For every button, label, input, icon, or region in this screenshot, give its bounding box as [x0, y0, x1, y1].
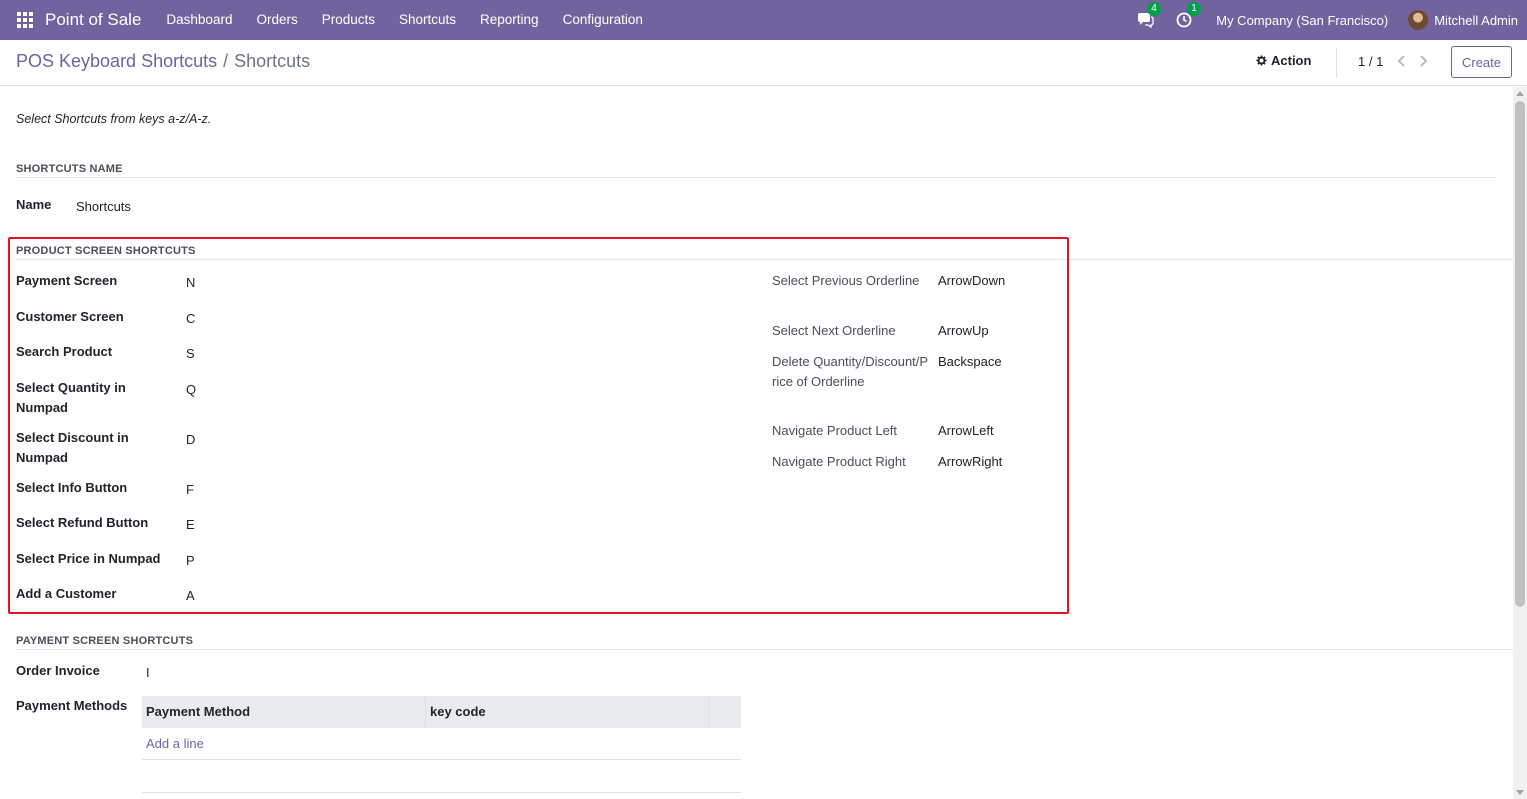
- customer-screen-value[interactable]: C: [186, 309, 195, 329]
- create-button[interactable]: Create: [1451, 46, 1512, 78]
- section-divider: [16, 259, 1513, 260]
- customer-screen-label: Customer Screen: [16, 309, 124, 324]
- section-title-payment: PAYMENT SCREEN SHORTCUTS: [16, 635, 194, 647]
- order-invoice-value[interactable]: I: [146, 663, 150, 683]
- add-line-link[interactable]: Add a line: [142, 728, 741, 760]
- select-quantity-value[interactable]: Q: [186, 380, 196, 400]
- menu-configuration[interactable]: Configuration: [551, 0, 655, 40]
- action-label: Action: [1271, 53, 1312, 68]
- activity-clock-icon[interactable]: 1: [1176, 2, 1201, 29]
- select-previous-orderline-value[interactable]: ArrowDown: [938, 271, 1005, 291]
- select-refund-label: Select Refund Button: [16, 515, 149, 530]
- menu-products[interactable]: Products: [310, 0, 387, 40]
- search-product-value[interactable]: S: [186, 344, 195, 364]
- order-invoice-label: Order Invoice: [16, 663, 100, 678]
- name-value[interactable]: Shortcuts: [76, 197, 131, 217]
- menu-reporting[interactable]: Reporting: [468, 0, 551, 40]
- pager-value[interactable]: 1 / 1: [1358, 54, 1383, 69]
- gear-icon: [1256, 55, 1267, 66]
- form-note: Select Shortcuts from keys a-z/A-z.: [16, 112, 212, 126]
- company-switcher[interactable]: My Company (San Francisco): [1216, 13, 1388, 28]
- select-quantity-label: Select Quantity in Numpad: [16, 380, 126, 415]
- search-product-label: Search Product: [16, 344, 113, 359]
- select-next-orderline-value[interactable]: ArrowUp: [938, 321, 989, 341]
- payment-methods-label: Payment Methods: [16, 698, 128, 713]
- column-header-actions: [709, 696, 741, 728]
- avatar: [1408, 10, 1429, 30]
- scroll-up-icon[interactable]: [1516, 91, 1524, 96]
- menu-dashboard[interactable]: Dashboard: [154, 0, 244, 40]
- payment-screen-label: Payment Screen: [16, 273, 118, 288]
- control-panel: POS Keyboard Shortcuts / Shortcuts Actio…: [0, 40, 1527, 86]
- scroll-thumb[interactable]: [1515, 101, 1525, 607]
- breadcrumb-current: Shortcuts: [234, 51, 311, 71]
- messages-badge: 4: [1147, 2, 1161, 16]
- breadcrumb: POS Keyboard Shortcuts / Shortcuts: [16, 51, 310, 72]
- scroll-down-icon[interactable]: [1516, 790, 1524, 795]
- pager-next-icon[interactable]: [1416, 52, 1430, 70]
- select-previous-orderline-label: Select Previous Orderline: [772, 273, 920, 288]
- breadcrumb-separator: /: [223, 51, 229, 71]
- navigate-right-value[interactable]: ArrowRight: [938, 452, 1002, 472]
- section-title-product: PRODUCT SCREEN SHORTCUTS: [16, 245, 196, 257]
- name-label: Name: [16, 197, 52, 212]
- select-discount-label: Select Discount in Numpad: [16, 430, 129, 465]
- pager-divider: [1336, 48, 1337, 78]
- messages-icon[interactable]: 4: [1136, 2, 1161, 29]
- breadcrumb-parent[interactable]: POS Keyboard Shortcuts: [16, 51, 217, 72]
- payment-methods-table: Payment Method key code Add a line: [142, 696, 741, 793]
- select-info-label: Select Info Button: [16, 480, 128, 495]
- table-row: [142, 760, 741, 793]
- activities-badge: 1: [1187, 2, 1201, 16]
- top-navbar: Point of Sale Dashboard Orders Products …: [0, 0, 1527, 40]
- user-menu[interactable]: Mitchell Admin: [1408, 10, 1518, 30]
- select-price-value[interactable]: P: [186, 551, 195, 571]
- app-brand[interactable]: Point of Sale: [45, 10, 141, 30]
- pager-prev-icon[interactable]: [1395, 52, 1409, 70]
- user-name: Mitchell Admin: [1434, 12, 1518, 28]
- select-info-value[interactable]: F: [186, 480, 194, 500]
- select-refund-value[interactable]: E: [186, 515, 195, 535]
- column-header-payment-method[interactable]: Payment Method: [142, 696, 426, 728]
- delete-orderline-value[interactable]: Backspace: [938, 352, 1002, 372]
- select-price-label: Select Price in Numpad: [16, 551, 161, 566]
- navigate-left-value[interactable]: ArrowLeft: [938, 421, 994, 441]
- section-title-name: SHORTCUTS NAME: [16, 163, 123, 175]
- section-divider: [16, 649, 1513, 650]
- table-header: Payment Method key code: [142, 696, 741, 728]
- section-divider: [16, 177, 1497, 178]
- add-customer-label: Add a Customer: [16, 586, 117, 601]
- column-header-key-code[interactable]: key code: [426, 696, 709, 728]
- payment-screen-value[interactable]: N: [186, 273, 195, 293]
- select-discount-value[interactable]: D: [186, 430, 195, 450]
- delete-orderline-label: Delete Quantity/Discount/Price of Orderl…: [772, 354, 929, 389]
- apps-menu-icon[interactable]: [17, 12, 33, 28]
- navigate-right-label: Navigate Product Right: [772, 454, 906, 469]
- select-next-orderline-label: Select Next Orderline: [772, 323, 896, 338]
- action-button[interactable]: Action: [1256, 53, 1311, 68]
- add-customer-value[interactable]: A: [186, 586, 195, 606]
- menu-orders[interactable]: Orders: [244, 0, 309, 40]
- scrollbar[interactable]: [1513, 87, 1527, 799]
- menu-shortcuts[interactable]: Shortcuts: [387, 0, 468, 40]
- navigate-left-label: Navigate Product Left: [772, 423, 898, 438]
